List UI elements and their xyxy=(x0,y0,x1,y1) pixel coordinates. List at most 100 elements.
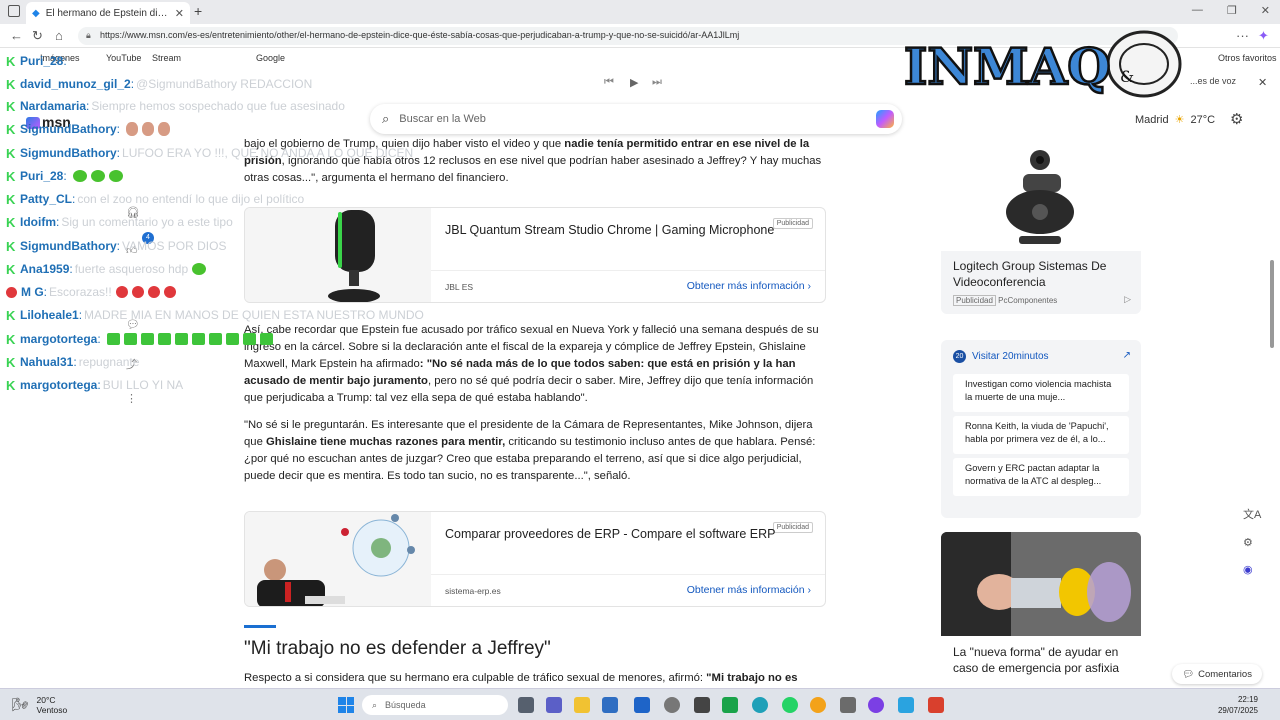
scrollbar-thumb[interactable] xyxy=(1270,260,1274,348)
chat-username[interactable]: margotortega xyxy=(20,378,97,392)
chat-username[interactable]: Idoifm xyxy=(20,215,56,229)
chrome-icon[interactable] xyxy=(810,697,826,713)
logitech-image xyxy=(941,136,1141,251)
restore-icon[interactable]: ❐ xyxy=(1227,4,1237,17)
edge-icon[interactable] xyxy=(752,697,768,713)
ad-cta-link[interactable]: Obtener más información › xyxy=(687,280,811,292)
ad-headline[interactable]: Comparar proveedores de ERP - Compare el… xyxy=(445,526,785,543)
close-tab-icon[interactable]: ✕ xyxy=(175,7,184,20)
close-voice-icon[interactable]: ✕ xyxy=(1258,76,1267,89)
news-item[interactable]: Investigan como violencia machista la mu… xyxy=(953,374,1129,412)
chat-text: VAMOS POR DIOS xyxy=(122,239,227,253)
browser-tab[interactable]: ◆ El hermano de Epstein dice que é... ✕ xyxy=(26,2,190,24)
store-icon[interactable] xyxy=(602,697,618,713)
ad-jbl[interactable]: Publicidad JBL Quantum Stream Studio Chr… xyxy=(244,207,826,303)
chat-username[interactable]: Puri_28 xyxy=(20,169,63,183)
copilot-icon[interactable] xyxy=(876,110,894,128)
taskbar-search[interactable]: ⌕ Búsqueda xyxy=(362,695,508,715)
powerpoint-icon[interactable] xyxy=(928,697,944,713)
bookmark-youtube[interactable]: YouTube xyxy=(106,53,141,63)
chat-username[interactable]: Nardamaria xyxy=(20,99,86,113)
chat-username[interactable]: SigmundBathory xyxy=(20,122,117,136)
outlook-icon[interactable] xyxy=(634,697,650,713)
back-icon[interactable]: ← xyxy=(10,28,23,43)
card-title[interactable]: Logitech Group Sistemas De Videoconferen… xyxy=(953,258,1133,290)
assistant-icon[interactable]: ◉ xyxy=(1243,563,1253,576)
chat-username[interactable]: Liloheale1 xyxy=(20,308,79,322)
chat-username[interactable]: margotortega xyxy=(20,332,97,346)
comments-button[interactable]: 💬︎ Comentarios xyxy=(1172,664,1262,684)
taskbar-clock[interactable]: 22:19 29/07/2025 xyxy=(1218,694,1258,716)
app-icon[interactable] xyxy=(694,697,710,713)
web-search-box[interactable]: ⌕ Buscar en la Web xyxy=(370,104,902,134)
teams-icon[interactable] xyxy=(546,697,562,713)
tab-actions-icon[interactable] xyxy=(8,5,20,17)
chat-message: K Nahual31: repugnante xyxy=(6,354,140,370)
play-icon[interactable]: ▶ xyxy=(630,76,638,89)
card-meta: Publicidad PcComponentes xyxy=(953,295,1057,306)
ad-play-icon[interactable]: ▷ xyxy=(1124,294,1131,305)
external-link-icon[interactable]: ↗ xyxy=(1123,350,1131,361)
new-tab-icon[interactable]: + xyxy=(194,3,202,19)
chat-emote-icon xyxy=(90,170,105,182)
chat-emote-icon xyxy=(108,170,123,182)
weather-city: Madrid xyxy=(1135,113,1169,126)
chat-text: fuerte asqueroso hdp xyxy=(74,262,189,276)
chat-username[interactable]: Puri_28 xyxy=(20,54,63,68)
copilot-sidebar-icon[interactable]: ✦ xyxy=(1258,28,1269,44)
chat-username[interactable]: Ana1959 xyxy=(20,262,69,276)
publisher-link[interactable]: 20 Visitar 20minutos xyxy=(953,350,1049,363)
close-window-icon[interactable]: ✕ xyxy=(1261,4,1270,17)
next-track-icon[interactable]: ⏭ xyxy=(652,76,662,89)
app-icon[interactable] xyxy=(840,697,856,713)
more-menu-icon[interactable]: ··· xyxy=(1236,28,1249,43)
moderator-badge-icon xyxy=(6,286,17,298)
app-icon[interactable] xyxy=(722,697,738,713)
telegram-icon[interactable] xyxy=(898,697,914,713)
whatsapp-icon[interactable] xyxy=(782,697,798,713)
file-explorer-icon[interactable] xyxy=(574,697,590,713)
chevron-right-icon: › xyxy=(807,584,812,596)
windows-start-icon[interactable] xyxy=(338,697,354,713)
chat-message: K SigmundBathory: LUFOO ERA YO !!!, QUE NO… xyxy=(6,145,414,161)
search-icon: ⌕ xyxy=(382,111,390,126)
inmaq-watermark-logo: INMAQ & xyxy=(903,30,1182,98)
chat-username[interactable]: Nahual31 xyxy=(20,355,73,369)
home-icon[interactable]: ⌂ xyxy=(55,28,63,43)
bookmark-stream[interactable]: Stream xyxy=(152,53,181,63)
section-accent-line xyxy=(244,625,276,628)
previous-track-icon[interactable]: ⏮ xyxy=(604,76,614,89)
app-icon[interactable] xyxy=(868,697,884,713)
extension-icon[interactable]: ⚙ xyxy=(1243,536,1253,549)
asphyxia-article-card[interactable]: La "nueva forma" de ayudar en caso de em… xyxy=(941,532,1141,688)
translate-icon[interactable]: 文A xyxy=(1243,506,1261,522)
chat-emote-icon xyxy=(157,333,171,345)
weather-widget[interactable]: Madrid ☀ 27°C xyxy=(1135,113,1215,127)
page-scrollbar[interactable] xyxy=(1268,100,1276,688)
chat-username[interactable]: SigmundBathory xyxy=(20,146,117,160)
bookmark-google[interactable]: Google xyxy=(256,53,285,63)
ad-erp[interactable]: Publicidad Comparar proveedores de ERP -… xyxy=(244,511,826,607)
chat-emote-icon xyxy=(123,333,137,345)
chat-emote-icon xyxy=(131,286,144,298)
task-view-icon[interactable] xyxy=(518,697,534,713)
minimize-icon[interactable]: — xyxy=(1192,4,1203,17)
chat-username[interactable]: Patty_CL xyxy=(20,192,72,206)
taskbar-weather[interactable]: 🌬︎ 20°C Ventoso xyxy=(12,695,67,715)
other-favorites[interactable]: Otros favoritos xyxy=(1218,53,1277,63)
ad-headline[interactable]: JBL Quantum Stream Studio Chrome | Gamin… xyxy=(445,222,785,239)
kick-badge-icon: K xyxy=(6,76,16,92)
chat-emote-icon xyxy=(225,333,239,345)
ad-cta-link[interactable]: Obtener más información › xyxy=(687,584,811,596)
app-icon[interactable] xyxy=(664,697,680,713)
news-item[interactable]: Govern y ERC pactan adaptar la normativa… xyxy=(953,458,1129,496)
article-body-2: Así, cabe recordar que Epstein fue acusa… xyxy=(244,322,828,495)
refresh-icon[interactable]: ↻ xyxy=(32,28,43,44)
chat-username[interactable]: M G xyxy=(21,285,44,299)
ad-logitech-card[interactable]: Logitech Group Sistemas De Videoconferen… xyxy=(941,136,1141,314)
card-title[interactable]: La "nueva forma" de ayudar en caso de em… xyxy=(953,644,1139,676)
chat-username[interactable]: SigmundBathory xyxy=(20,239,117,253)
chat-username[interactable]: david_munoz_gil_2 xyxy=(20,77,131,91)
news-item[interactable]: Ronna Keith, la viuda de 'Papuchi', habl… xyxy=(953,416,1129,454)
gear-icon[interactable]: ⚙ xyxy=(1230,110,1243,128)
